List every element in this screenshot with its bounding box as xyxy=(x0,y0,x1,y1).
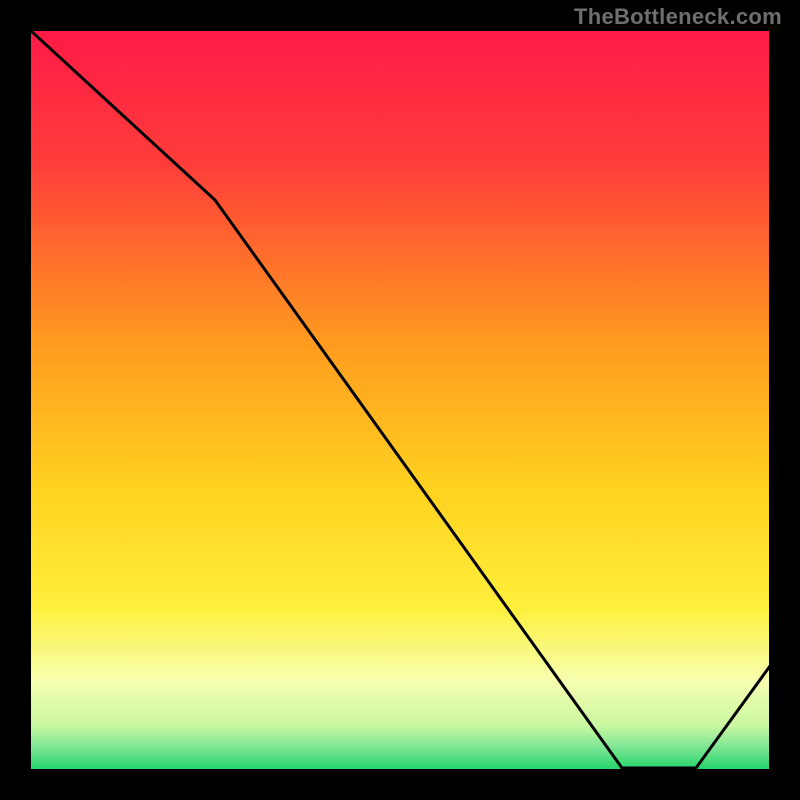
plot-area xyxy=(30,30,770,770)
chart-frame: TheBottleneck.com xyxy=(0,0,800,800)
gradient-background xyxy=(30,30,770,770)
watermark-text: TheBottleneck.com xyxy=(574,4,782,30)
chart-svg xyxy=(30,30,770,770)
